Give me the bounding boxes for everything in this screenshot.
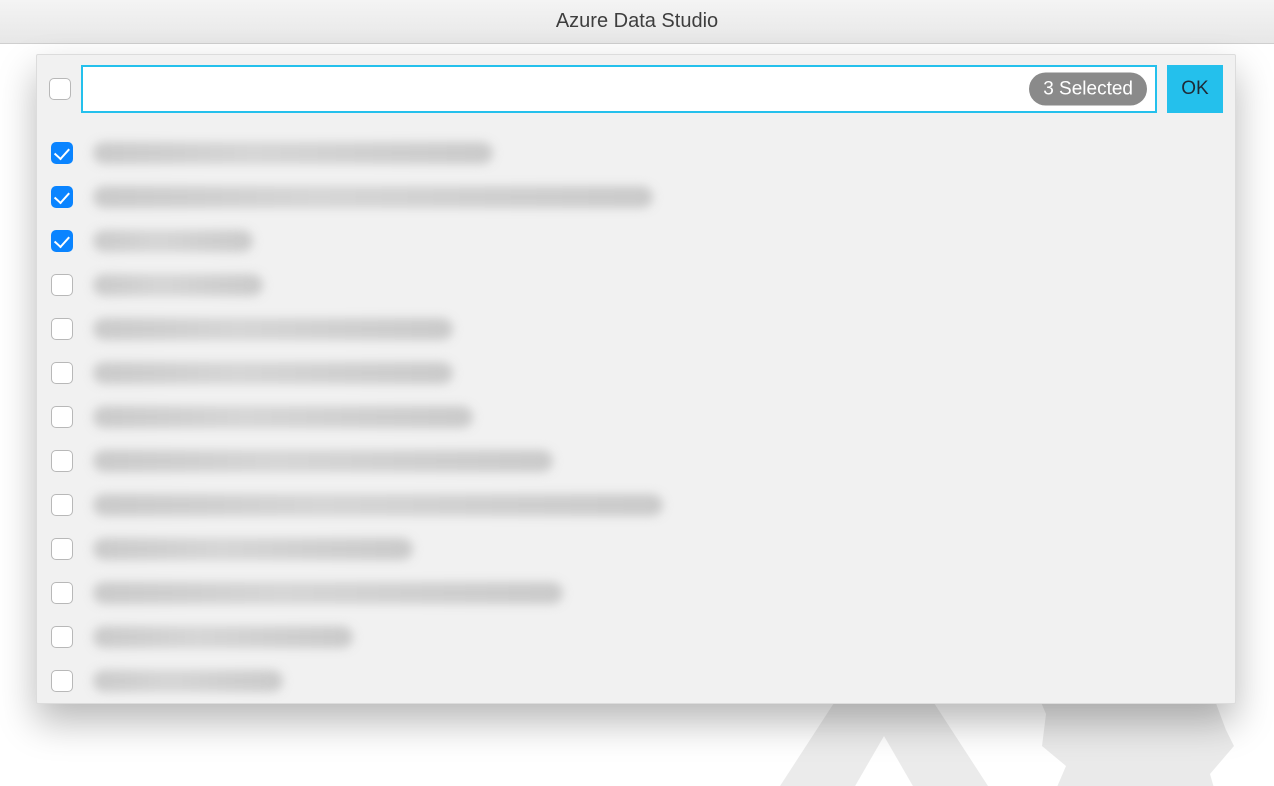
item-label-redacted [93,142,493,164]
selection-panel: 3 Selected OK [36,54,1236,704]
list-item[interactable] [49,307,1223,351]
item-label-redacted [93,494,663,516]
item-checkbox[interactable] [51,274,73,296]
search-wrapper: 3 Selected [81,65,1157,113]
item-checkbox[interactable] [51,230,73,252]
selected-count-badge: 3 Selected [1029,73,1147,106]
item-label-redacted [93,450,553,472]
item-checkbox[interactable] [51,494,73,516]
list-item[interactable] [49,527,1223,571]
list-item[interactable] [49,175,1223,219]
window-title: Azure Data Studio [556,10,718,33]
window-titlebar: Azure Data Studio [0,0,1274,44]
item-label-redacted [93,230,253,252]
item-checkbox[interactable] [51,450,73,472]
list-item[interactable] [49,131,1223,175]
item-checkbox[interactable] [51,582,73,604]
item-checkbox[interactable] [51,670,73,692]
item-checkbox[interactable] [51,362,73,384]
list-item[interactable] [49,351,1223,395]
list-item[interactable] [49,219,1223,263]
item-label-redacted [93,274,263,296]
item-checkbox[interactable] [51,538,73,560]
options-list [49,131,1223,703]
item-label-redacted [93,318,453,340]
search-input[interactable] [81,65,1157,113]
item-label-redacted [93,406,473,428]
item-label-redacted [93,186,653,208]
item-checkbox[interactable] [51,142,73,164]
item-checkbox[interactable] [51,318,73,340]
item-checkbox[interactable] [51,626,73,648]
list-item[interactable] [49,483,1223,527]
ok-button[interactable]: OK [1167,65,1223,113]
list-item[interactable] [49,571,1223,615]
item-label-redacted [93,670,283,692]
item-label-redacted [93,362,453,384]
item-label-redacted [93,582,563,604]
select-all-checkbox[interactable] [49,78,71,100]
list-item[interactable] [49,615,1223,659]
item-checkbox[interactable] [51,406,73,428]
list-item[interactable] [49,439,1223,483]
panel-header: 3 Selected OK [49,65,1223,113]
item-checkbox[interactable] [51,186,73,208]
item-label-redacted [93,626,353,648]
list-item[interactable] [49,395,1223,439]
item-label-redacted [93,538,413,560]
list-item[interactable] [49,263,1223,307]
list-item[interactable] [49,659,1223,703]
